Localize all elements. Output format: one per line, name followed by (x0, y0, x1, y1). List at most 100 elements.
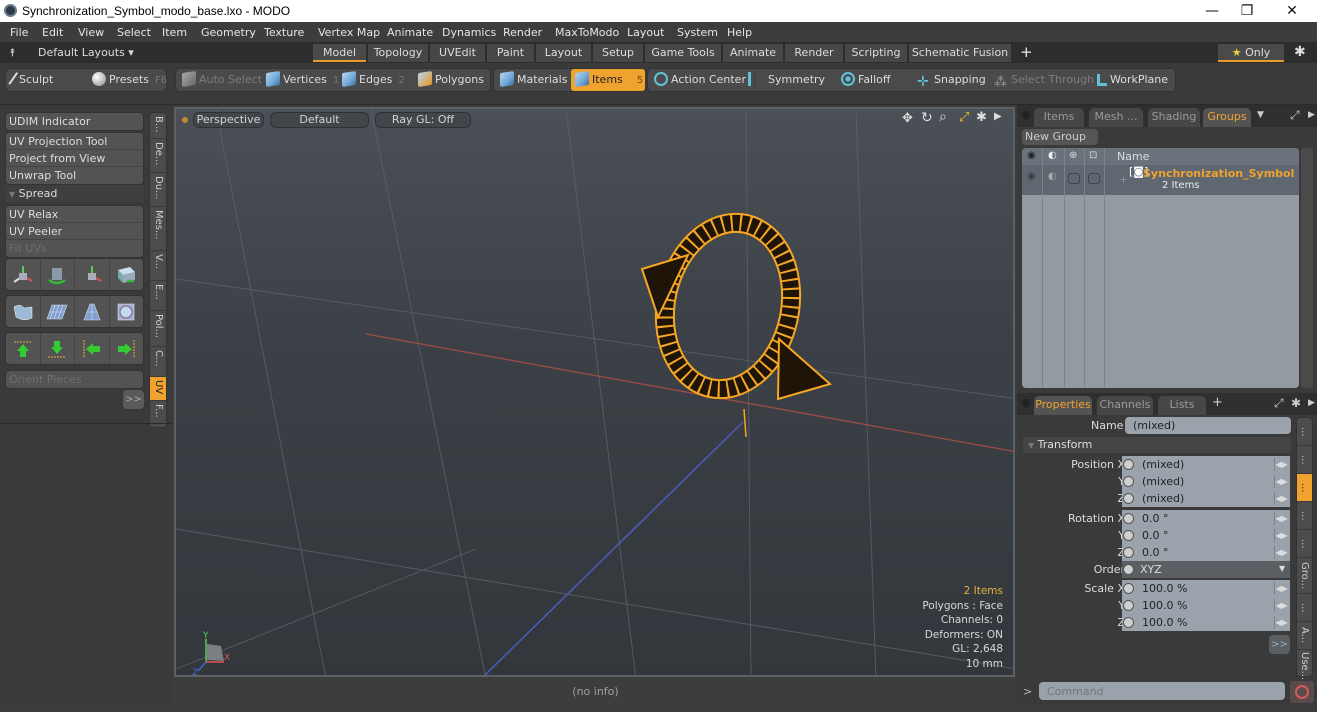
rvtab-4[interactable]: ... (1297, 502, 1312, 530)
animate-dot-icon[interactable] (1123, 476, 1134, 487)
drag-arrows-icon[interactable]: ◀▶ (1274, 475, 1288, 488)
menu-edit[interactable]: Edit (42, 26, 63, 39)
menu-dynamics[interactable]: Dynamics (442, 26, 496, 39)
rvtab-5[interactable]: ... (1297, 530, 1312, 558)
tab-schematic-fusion[interactable]: Schematic Fusion (909, 44, 1011, 62)
group-render-toggle[interactable]: ◐ (1048, 171, 1057, 182)
animate-dot-icon[interactable] (1123, 530, 1134, 541)
presets-button[interactable]: Presets F6 (88, 69, 167, 91)
vertices-button[interactable]: Vertices 1 (262, 69, 339, 91)
udim-indicator-button[interactable]: UDIM Indicator (6, 113, 143, 130)
tab-animate[interactable]: Animate (723, 44, 783, 62)
new-group-button[interactable]: New Group (1022, 129, 1098, 145)
scale-z-field[interactable]: 100.0 % (1122, 614, 1290, 631)
expand-panel-icon[interactable]: ⤢ (1290, 108, 1300, 123)
spread-section-header[interactable]: ▼ Spread (5, 185, 144, 202)
tab-layout[interactable]: Layout (536, 44, 591, 62)
tab-items[interactable]: Items (1034, 108, 1084, 127)
raygl-toggle[interactable]: Ray GL: Off (375, 112, 471, 128)
drag-arrows-icon[interactable]: ◀▶ (1274, 616, 1288, 629)
tab-mesh[interactable]: Mesh ... (1089, 108, 1143, 127)
menu-vertex-map[interactable]: Vertex Map (318, 26, 380, 39)
render-column-icon[interactable]: ◐ (1048, 150, 1057, 161)
menu-item[interactable]: Item (162, 26, 187, 39)
layout-arrow-icon[interactable]: ⯭ (9, 46, 16, 60)
menu-texture[interactable]: Texture (264, 26, 304, 39)
menu-animate[interactable]: Animate (387, 26, 433, 39)
polygons-button[interactable]: Polygons (414, 69, 484, 91)
properties-options-icon[interactable] (1022, 399, 1030, 407)
tab-channels[interactable]: Channels (1097, 396, 1153, 415)
uv-perspective-icon[interactable] (75, 296, 110, 327)
auto-select-button[interactable]: Auto Select (178, 69, 262, 91)
tab-lists[interactable]: Lists (1158, 396, 1206, 415)
uv-relax-button[interactable]: UV Relax (6, 206, 143, 223)
edges-button[interactable]: Edges 2 (338, 69, 405, 91)
scale-y-field[interactable]: 100.0 % (1122, 597, 1290, 614)
symmetry-button[interactable]: Symmetry (744, 69, 825, 91)
close-button[interactable]: ✕ (1277, 2, 1307, 20)
animate-dot-icon[interactable] (1123, 583, 1134, 594)
animate-dot-icon[interactable] (1123, 493, 1134, 504)
viewport-settings-icon[interactable]: ✱ (976, 110, 987, 125)
add-tab-button[interactable]: + (1020, 43, 1033, 61)
lock-column-icon[interactable]: ⊕ (1069, 150, 1077, 161)
properties-menu-arrow-icon[interactable]: ▶ (1308, 398, 1315, 408)
orient-pieces-button[interactable]: Orient Pieces (6, 371, 143, 388)
tabs-dropdown-icon[interactable]: ▼ (1257, 110, 1264, 120)
minimize-button[interactable]: — (1197, 2, 1227, 20)
tab-model[interactable]: Model (313, 44, 366, 62)
3d-viewport[interactable]: Y X Z Perspective Default Ray GL: Off ✥ … (174, 107, 1015, 677)
uv-move-tool-icon[interactable] (6, 259, 41, 290)
add-properties-tab-button[interactable]: + (1212, 395, 1223, 410)
menu-help[interactable]: Help (727, 26, 752, 39)
vtab-uv[interactable]: UV (150, 377, 166, 401)
fit-uvs-button[interactable]: Fit UVs (6, 240, 143, 257)
animate-dot-icon[interactable] (1123, 600, 1134, 611)
scale-x-field[interactable]: 100.0 % (1122, 580, 1290, 597)
position-z-field[interactable]: (mixed) (1122, 490, 1290, 507)
drag-arrows-icon[interactable]: ◀▶ (1274, 512, 1288, 525)
shading-dropdown[interactable]: Default (270, 112, 369, 128)
panel-menu-arrow-icon[interactable]: ▶ (1308, 110, 1315, 120)
pan-icon[interactable]: ✥ (902, 111, 913, 126)
rvtab-3[interactable]: ... (1297, 474, 1312, 502)
tab-render[interactable]: Render (785, 44, 843, 62)
tab-groups[interactable]: Groups (1203, 108, 1251, 127)
rvtab-a[interactable]: A... (1297, 622, 1312, 650)
drag-arrows-icon[interactable]: ◀▶ (1274, 458, 1288, 471)
sculpt-button[interactable]: Sculpt (8, 69, 53, 91)
vtab-v[interactable]: V... (150, 251, 166, 281)
drag-arrows-icon[interactable]: ◀▶ (1274, 582, 1288, 595)
expand-plus-icon[interactable]: + (1119, 173, 1128, 186)
rotation-x-field[interactable]: 0.0 ° (1122, 510, 1290, 527)
animate-dot-icon[interactable] (1123, 547, 1134, 558)
more-properties-button[interactable]: >> (1269, 635, 1290, 654)
zoom-icon[interactable]: ⌕ (939, 109, 947, 125)
record-button[interactable] (1290, 681, 1314, 703)
menu-view[interactable]: View (78, 26, 104, 39)
project-from-view-button[interactable]: Project from View (6, 150, 143, 167)
snapping-button[interactable]: ✛ Snapping (913, 69, 986, 91)
select-through-button[interactable]: ⁂ Select Through (990, 69, 1094, 91)
visibility-column-icon[interactable]: ◉ (1027, 150, 1036, 161)
only-toggle[interactable]: ★ Only (1218, 44, 1284, 62)
align-down-icon[interactable] (41, 333, 75, 364)
action-center-button[interactable]: Action Center (650, 69, 746, 91)
rvtab-1[interactable]: ... (1297, 418, 1312, 446)
animate-dot-icon[interactable] (1123, 459, 1134, 470)
properties-gear-icon[interactable]: ✱ (1291, 396, 1301, 410)
vtab-e[interactable]: E... (150, 281, 166, 311)
menu-render[interactable]: Render (503, 26, 542, 39)
group-name[interactable]: Synchronization_Symbol (1143, 167, 1294, 180)
group-lock-toggle[interactable] (1068, 173, 1080, 184)
tab-setup[interactable]: Setup (593, 44, 643, 62)
align-right-icon[interactable] (110, 333, 144, 364)
uv-planar-icon[interactable] (41, 296, 75, 327)
name-field[interactable]: (mixed) (1125, 417, 1291, 434)
falloff-button[interactable]: Falloff (837, 69, 890, 91)
menu-select[interactable]: Select (117, 26, 151, 39)
drag-arrows-icon[interactable]: ◀▶ (1274, 492, 1288, 505)
rvtab-groups[interactable]: Gro... (1297, 558, 1312, 594)
viewport-menu-arrow-icon[interactable]: ▶ (994, 111, 1002, 122)
